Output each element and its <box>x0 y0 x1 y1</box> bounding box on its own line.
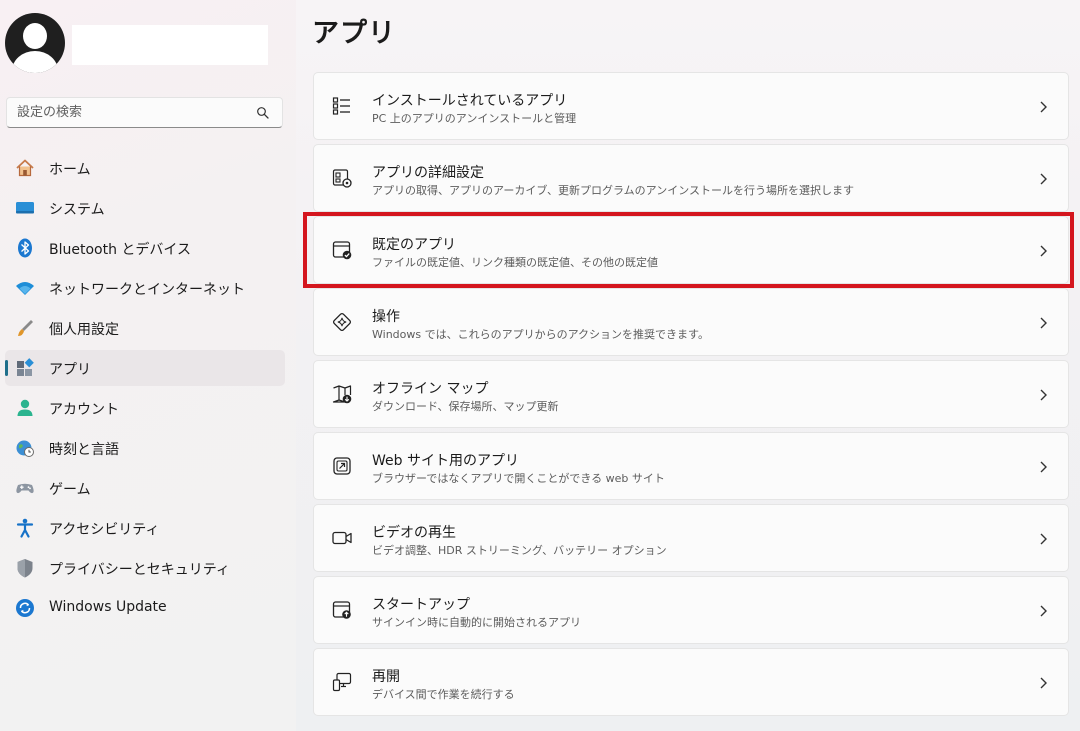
chevron-right-icon <box>1040 317 1047 329</box>
chevron-right-icon <box>1040 173 1047 185</box>
gamepad-icon <box>16 483 34 494</box>
default-apps-icon <box>332 241 352 260</box>
settings-search-box[interactable] <box>6 97 283 128</box>
avatar-head <box>23 23 47 49</box>
sidebar-item-label: アクセシビリティ <box>49 522 160 538</box>
user-name-redacted <box>72 25 268 65</box>
chevron-right-icon <box>1040 389 1047 401</box>
card-title: 既定のアプリ <box>372 237 456 253</box>
card-offline-maps[interactable]: オフライン マップ ダウンロード、保存場所、マップ更新 <box>313 360 1069 428</box>
card-title: インストールされているアプリ <box>372 93 568 109</box>
account-icon <box>17 399 33 416</box>
sidebar-nav: ホーム システム Bluetooth とデバイス ネットワークとインターネット <box>5 150 285 630</box>
apps-icon <box>17 358 34 376</box>
chevron-right-icon <box>1040 533 1047 545</box>
card-apps-for-websites[interactable]: Web サイト用のアプリ ブラウザーではなくアプリで開くことができる web サ… <box>313 432 1069 500</box>
sidebar-item-label: Bluetooth とデバイス <box>49 242 191 258</box>
card-title: ビデオの再生 <box>372 525 456 541</box>
sidebar-item-label: ネットワークとインターネット <box>49 282 245 298</box>
card-advanced-app-settings[interactable]: アプリの詳細設定 アプリの取得、アプリのアーカイブ、更新プログラムのアンインスト… <box>313 144 1069 212</box>
sidebar-item-label: 個人用設定 <box>49 322 119 338</box>
card-title: スタートアップ <box>372 597 470 613</box>
update-icon <box>16 599 34 617</box>
sidebar-item-network[interactable]: ネットワークとインターネット <box>5 270 285 306</box>
card-title: アプリの詳細設定 <box>372 165 484 181</box>
card-description: アプリの取得、アプリのアーカイブ、更新プログラムのアンインストールを行う場所を選… <box>372 184 855 197</box>
sidebar-item-home[interactable]: ホーム <box>5 150 285 186</box>
avatar-shoulders <box>12 51 58 73</box>
shield-icon <box>17 559 33 578</box>
sidebar-item-label: 時刻と言語 <box>49 442 119 458</box>
globe-clock-icon <box>16 440 34 457</box>
sidebar-item-bluetooth[interactable]: Bluetooth とデバイス <box>5 230 285 266</box>
card-actions[interactable]: 操作 Windows では、これらのアプリからのアクションを推奨できます。 <box>313 288 1069 356</box>
sidebar-item-accounts[interactable]: アカウント <box>5 390 285 426</box>
chevron-right-icon <box>1040 677 1047 689</box>
system-icon <box>16 202 34 214</box>
brush-icon <box>18 320 33 336</box>
sidebar-item-apps[interactable]: アプリ <box>5 350 285 386</box>
sidebar-item-time-language[interactable]: 時刻と言語 <box>5 430 285 466</box>
card-description: Windows では、これらのアプリからのアクションを推奨できます。 <box>372 328 709 341</box>
card-description: ファイルの既定値、リンク種類の既定値、その他の既定値 <box>372 256 658 269</box>
sidebar-item-gaming[interactable]: ゲーム <box>5 470 285 506</box>
sidebar: ホーム システム Bluetooth とデバイス ネットワークとインターネット <box>0 0 296 731</box>
sidebar-item-label: プライバシーとセキュリティ <box>49 562 230 578</box>
user-avatar[interactable] <box>5 13 65 73</box>
bluetooth-icon <box>18 238 32 258</box>
installed-apps-icon <box>332 97 350 115</box>
sidebar-item-label: システム <box>49 202 105 218</box>
card-description: サインイン時に自動的に開始されるアプリ <box>372 616 581 629</box>
sidebar-item-label: Windows Update <box>49 599 167 615</box>
sidebar-item-windows-update[interactable]: Windows Update <box>5 590 285 626</box>
open-external-icon <box>333 457 351 475</box>
card-description: デバイス間で作業を続行する <box>372 688 515 701</box>
sidebar-item-privacy-security[interactable]: プライバシーとセキュリティ <box>5 550 285 586</box>
accessibility-icon <box>16 518 34 538</box>
chevron-right-icon <box>1040 461 1047 473</box>
sidebar-item-label: ホーム <box>49 162 91 178</box>
sidebar-item-system[interactable]: システム <box>5 190 285 226</box>
search-input[interactable] <box>17 98 247 127</box>
chevron-right-icon <box>1040 245 1047 257</box>
card-resume[interactable]: 再開 デバイス間で作業を続行する <box>313 648 1069 716</box>
resume-icon <box>332 672 352 692</box>
actions-icon <box>332 312 352 332</box>
card-title: 再開 <box>372 669 400 685</box>
card-startup[interactable]: スタートアップ サインイン時に自動的に開始されるアプリ <box>313 576 1069 644</box>
card-installed-apps[interactable]: インストールされているアプリ PC 上のアプリのアンインストールと管理 <box>313 72 1069 140</box>
page-title: アプリ <box>312 18 396 49</box>
settings-card-list: インストールされているアプリ PC 上のアプリのアンインストールと管理 アプリの… <box>313 72 1069 720</box>
card-title: 操作 <box>372 309 400 325</box>
chevron-right-icon <box>1040 605 1047 617</box>
wifi-icon <box>16 282 34 295</box>
startup-icon <box>332 601 351 619</box>
card-description: ブラウザーではなくアプリで開くことができる web サイト <box>372 472 665 485</box>
advanced-app-settings-icon <box>332 169 352 188</box>
card-default-apps[interactable]: 既定のアプリ ファイルの既定値、リンク種類の既定値、その他の既定値 <box>313 216 1069 284</box>
card-title: オフライン マップ <box>372 381 489 397</box>
home-icon <box>16 159 34 177</box>
card-video-playback[interactable]: ビデオの再生 ビデオ調整、HDR ストリーミング、バッテリー オプション <box>313 504 1069 572</box>
search-icon[interactable] <box>256 106 270 120</box>
card-description: PC 上のアプリのアンインストールと管理 <box>372 112 577 125</box>
video-icon <box>332 531 352 545</box>
sidebar-item-label: アカウント <box>49 402 119 418</box>
card-description: ビデオ調整、HDR ストリーミング、バッテリー オプション <box>372 544 667 557</box>
card-description: ダウンロード、保存場所、マップ更新 <box>372 400 559 413</box>
offline-map-icon <box>332 385 352 404</box>
sidebar-item-personalization[interactable]: 個人用設定 <box>5 310 285 346</box>
card-title: Web サイト用のアプリ <box>372 453 519 469</box>
chevron-right-icon <box>1040 101 1047 113</box>
sidebar-item-accessibility[interactable]: アクセシビリティ <box>5 510 285 546</box>
sidebar-item-label: ゲーム <box>49 482 91 498</box>
sidebar-item-label: アプリ <box>49 362 91 378</box>
